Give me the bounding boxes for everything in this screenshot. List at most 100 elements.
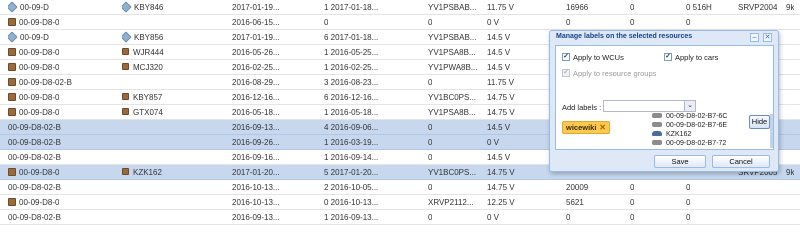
- dialog-header[interactable]: Manage labels on the selected resources …: [550, 31, 778, 44]
- cell-text: 1 2016-05-25...: [324, 48, 379, 57]
- cell-text: 0: [630, 213, 635, 222]
- cell-text: 00-09-D8-0: [19, 168, 60, 177]
- apply-cars-checkbox[interactable]: ✓: [664, 53, 672, 62]
- cell-text: GTX074: [133, 108, 163, 117]
- cell-text: 0: [686, 183, 691, 192]
- table-cell-c2: KBY846: [122, 0, 163, 15]
- cell-text: 0 V: [487, 138, 500, 147]
- resources-scrollbar[interactable]: [770, 114, 773, 148]
- cell-text: 0: [428, 153, 433, 162]
- table-cell-c6: 14.5 V: [487, 30, 510, 45]
- table-cell-c5: YV1PSBAB...: [428, 30, 476, 45]
- cell-text: 00-09-D8-0: [19, 108, 60, 117]
- table-cell-c7: 16966: [566, 0, 588, 15]
- add-labels-label: Add labels :: [562, 103, 602, 112]
- table-cell-c6: 14.75 V: [487, 105, 515, 120]
- table-cell-c5: 0: [428, 150, 432, 165]
- table-cell-c1: 00-09-D: [8, 30, 49, 45]
- cell-text: 14.5 V: [487, 33, 511, 42]
- table-row[interactable]: 00-09-D8-0 2016-06-15... 0 0 0 V 0 0 0: [0, 15, 800, 30]
- table-cell-c9: 0: [686, 180, 690, 195]
- cell-text: 0: [686, 198, 691, 207]
- table-cell-c6: 11.75 V: [487, 75, 514, 90]
- apply-cars-option[interactable]: ✓ Apply to cars: [664, 52, 718, 63]
- table-cell-c5: XRVP2112...: [428, 195, 474, 210]
- cell-text: YV1BC0PS...: [428, 93, 477, 102]
- table-cell-c6: 0 V: [487, 210, 499, 225]
- cell-text: 00-09-D8-0: [19, 93, 60, 102]
- table-row[interactable]: 00-09-D8-02-B 2016-10-13... 2 2016-10-05..…: [0, 180, 800, 195]
- add-labels-combo[interactable]: ⌄: [603, 100, 696, 112]
- cell-text: 14.75 V: [487, 93, 515, 102]
- chevron-down-icon[interactable]: ⌄: [684, 101, 695, 111]
- table-row[interactable]: 00-09-D8-02-B 2016-09-13... 1 2016-09-13..…: [0, 210, 800, 225]
- cell-text: 14.75 V: [487, 183, 515, 192]
- minimize-icon[interactable]: –: [750, 33, 759, 42]
- cell-text: YV1PSBAB...: [428, 33, 477, 42]
- table-cell-c3: 2016-08-29...: [232, 75, 280, 90]
- table-cell-c6: 0 V: [487, 135, 499, 150]
- resource-name: 00-09-D8-02-B7-6E: [666, 122, 728, 129]
- table-cell-c4: 6 2017-01-18...: [324, 30, 378, 45]
- remove-label-icon[interactable]: ✕: [599, 122, 606, 133]
- table-cell-c7: 0: [566, 210, 570, 225]
- table-cell-c4: 2 2016-10-05...: [324, 180, 378, 195]
- cell-text: 0 V: [487, 18, 500, 27]
- resource-name: 00-09-D8-02-B7-72: [666, 140, 727, 147]
- cell-text: 00-09-D8-0: [19, 48, 60, 57]
- cell-text: YV1PSA8B...: [428, 48, 476, 57]
- table-cell-c6: 14.75 V: [487, 90, 515, 105]
- cell-text: 14.75 V: [487, 108, 515, 117]
- cell-text: 12.25 V: [487, 198, 515, 207]
- table-cell-c9: 0: [686, 195, 690, 210]
- wcu-icon: [652, 121, 662, 127]
- table-row[interactable]: 00-09-D KBY846 2017-01-19... 1 2017-01-18..…: [0, 0, 800, 15]
- resource-item: 00-09-D8-02-B7-72: [652, 139, 726, 148]
- cell-text: 0: [428, 18, 433, 27]
- table-cell-c5: YV1PSBAB...: [428, 0, 476, 15]
- device-icon: [8, 167, 16, 176]
- cell-text: 14.5 V: [487, 48, 511, 57]
- table-row[interactable]: 00-09-D8-0 2016-10-13... 0 2016-10-13... XR…: [0, 195, 800, 210]
- table-cell-c1: 00-09-D: [8, 0, 49, 15]
- apply-wcus-checkbox[interactable]: ✓: [562, 53, 570, 62]
- cell-text: 00-09-D: [20, 33, 49, 42]
- apply-wcus-option[interactable]: ✓ Apply to WCUs: [562, 52, 624, 63]
- cell-text: 11.75 V: [487, 78, 514, 87]
- cell-text: 2016-08-29...: [232, 78, 280, 87]
- table-cell-c3: 2016-12-16...: [232, 90, 280, 105]
- close-icon[interactable]: ✕: [763, 33, 772, 42]
- table-cell-c4: 1 2016-05-25...: [324, 45, 378, 60]
- cell-text: 00-09-D8-0: [19, 198, 60, 207]
- hide-button[interactable]: Hide: [749, 115, 770, 129]
- table-cell-c10: SRVP2004: [738, 0, 777, 15]
- table-cell-c4: 1 2016-02-25...: [324, 60, 378, 75]
- cell-text: 0: [324, 18, 329, 27]
- cell-text: 14.5 V: [487, 63, 511, 72]
- table-cell-c9: 0 516H: [686, 0, 712, 15]
- cell-text: 0: [428, 123, 433, 132]
- tag-icon: [8, 1, 18, 13]
- cell-text: 1 2016-02-25...: [324, 63, 379, 72]
- cancel-button[interactable]: Cancel: [712, 155, 770, 168]
- cell-text: 0: [428, 213, 433, 222]
- cell-text: 2016-10-13...: [232, 198, 280, 207]
- cell-text: 00-09-D8-0: [19, 18, 60, 27]
- device-icon: [8, 47, 16, 56]
- table-cell-c4: 0 2016-10-13...: [324, 195, 378, 210]
- table-cell-c3: 2016-02-25...: [232, 60, 280, 75]
- cell-text: 6 2017-01-18...: [324, 33, 379, 42]
- cell-text: 5621: [566, 198, 584, 207]
- save-button[interactable]: Save: [654, 155, 706, 168]
- cell-text: KBY857: [133, 93, 163, 102]
- apply-wcus-label: Apply to WCUs: [573, 53, 624, 62]
- table-cell-c5: 0: [428, 210, 432, 225]
- dialog-title: Manage labels on the selected resources: [556, 33, 693, 40]
- table-cell-c6: 0 V: [487, 15, 499, 30]
- table-cell-c1: 00-09-D8-02-B: [8, 210, 61, 225]
- cell-text: 0: [630, 3, 635, 12]
- table-cell-c1: 00-09-D8-02-B: [8, 120, 61, 135]
- table-cell-c4: 3 2016-08-23...: [324, 75, 378, 90]
- table-cell-c6: 14.5 V: [487, 60, 510, 75]
- table-cell-c1: 00-09-D8-0: [8, 165, 59, 180]
